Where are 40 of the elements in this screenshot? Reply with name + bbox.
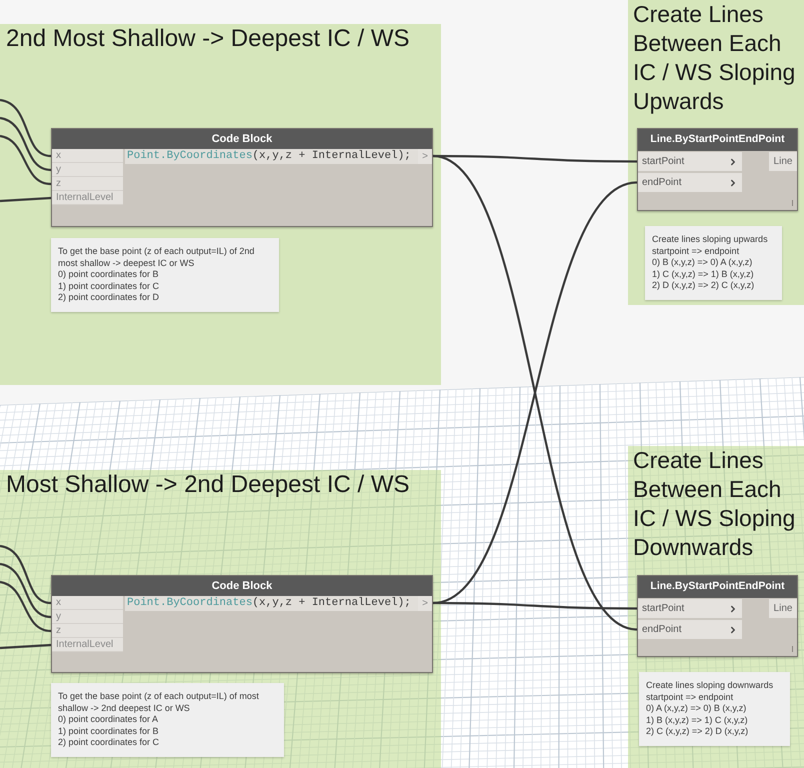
node-header: Code Block: [52, 129, 432, 149]
input-port[interactable]: z: [52, 177, 123, 191]
input-port[interactable]: InternalLevel: [52, 191, 123, 205]
input-port[interactable]: endPoint: [638, 173, 742, 192]
group-title: 2nd Most Shallow -> Deepest IC / WS: [5, 24, 410, 53]
input-port[interactable]: endPoint: [638, 620, 742, 639]
node-header: Line.ByStartPointEndPoint: [638, 576, 797, 598]
input-port[interactable]: startPoint: [638, 599, 742, 618]
node-header: Code Block: [52, 576, 432, 596]
wire: [0, 644, 52, 650]
input-port[interactable]: InternalLevel: [52, 638, 123, 652]
note: Create lines sloping downwards startpoint => endpoint 0) A (x,y,z) => 0) B (x,y,z) 1) B (x,y,z) => 1) C (x,y,z) 2) C (x,y,z) => 2) D (x,y,z): [639, 672, 790, 746]
node-header: Line.ByStartPointEndPoint: [638, 129, 797, 151]
note: To get the base point (z of each output=IL) of most shallow -> 2nd deepest IC or WS 0) point coordinates for A 1) point coordinates for B 2) point coordinates for C: [51, 683, 284, 756]
input-port[interactable]: x: [52, 596, 123, 610]
chevron-icon: [728, 156, 738, 166]
output-port[interactable]: Line: [769, 599, 797, 618]
wire: [0, 116, 52, 172]
group-title: Create Lines Between Each IC / WS Sloping Upwards: [632, 0, 796, 116]
input-port[interactable]: y: [52, 610, 123, 624]
group-title: Most Shallow -> 2nd Deepest IC / WS: [5, 470, 410, 499]
chevron-icon: [728, 624, 738, 634]
output-port[interactable]: Line: [769, 152, 797, 171]
input-port[interactable]: y: [52, 163, 123, 177]
output-port[interactable]: >: [418, 149, 432, 164]
note: To get the base point (z of each output=IL) of 2nd most shallow -> deepest IC or WS 0) point coordinates for B 1) point coordinates for C 2) point coordinates for D: [51, 238, 279, 312]
wire: [0, 580, 52, 632]
input-port[interactable]: x: [52, 149, 123, 163]
wire: [0, 562, 52, 618]
output-port[interactable]: >: [418, 596, 432, 611]
wire: [0, 544, 52, 604]
wire: [0, 98, 52, 158]
chevron-icon: [728, 178, 738, 188]
wire: [0, 134, 52, 186]
input-port[interactable]: z: [52, 624, 123, 638]
input-port[interactable]: startPoint: [638, 152, 742, 171]
wire: [0, 196, 52, 202]
group-title: Create Lines Between Each IC / WS Sloping Downwards: [632, 446, 796, 562]
chevron-icon: [728, 604, 738, 614]
note: Create lines sloping upwards startpoint => endpoint 0) B (x,y,z) => 0) A (x,y,z) 1) C (x,y,z) => 1) B (x,y,z) 2) D (x,y,z) => 2) C (x,y,z): [645, 226, 782, 300]
